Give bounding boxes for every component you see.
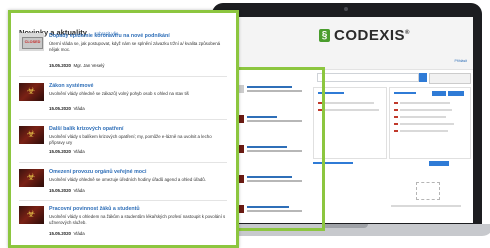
- camera-dot: [344, 7, 348, 11]
- news-thumbnail[interactable]: ☣: [19, 206, 44, 224]
- screen-row-line: [400, 130, 448, 132]
- divider: [19, 76, 227, 77]
- codexis-logo-word: CODEXIS: [334, 27, 406, 44]
- news-item: ☣ Další balík krizových opatření Uvolněn…: [19, 126, 229, 166]
- news-title-link[interactable]: Zákon systémové: [49, 83, 93, 89]
- screen-header: § CODEXIS® Přihlásit: [221, 17, 473, 70]
- screen-row-line: [400, 123, 454, 125]
- news-meta: 15.05.2020 Mgr. Jan Veselý: [49, 63, 104, 68]
- screen-column-right: [389, 87, 471, 159]
- news-title-link[interactable]: Další balík krizových opatření: [49, 126, 123, 132]
- news-source: Vláda: [73, 231, 85, 236]
- screen-advanced-search-button[interactable]: [429, 73, 471, 84]
- news-date: 15.05.2020: [49, 231, 71, 236]
- news-date: 15.05.2020: [49, 149, 71, 154]
- laptop-notch: [322, 224, 368, 228]
- news-date: 15.05.2020: [49, 188, 71, 193]
- news-meta: 15.05.2020 Vláda: [49, 231, 85, 236]
- screen-row-line: [400, 109, 452, 111]
- screen-button[interactable]: [429, 161, 449, 166]
- screen-search-button[interactable]: [419, 73, 427, 82]
- news-item: ☣ Pracovní povinnost žáků a studentů Uvo…: [19, 206, 229, 244]
- biohazard-icon: ☣: [26, 129, 36, 140]
- codexis-logo-mark: §: [319, 29, 330, 42]
- news-description: Uvolnění vlády s ohledem na žákům a stud…: [49, 214, 226, 226]
- divider: [19, 200, 227, 201]
- divider: [19, 162, 227, 163]
- screen-col-header: [394, 92, 416, 94]
- news-meta: 15.05.2020 Vláda: [49, 188, 85, 193]
- screen-row-icon: [394, 123, 398, 125]
- news-item: ☣ Omezení provozu orgánů veřejné moci Uv…: [19, 169, 229, 207]
- biohazard-icon: ☣: [26, 86, 36, 97]
- news-source: Vláda: [73, 149, 85, 154]
- screen-text-line: [391, 205, 461, 207]
- news-title-link[interactable]: Pracovní povinnost žáků a studentů: [49, 206, 140, 212]
- screen-row-icon: [394, 102, 398, 104]
- news-meta: 15.05.2020 Vláda: [49, 106, 85, 111]
- screen-row-line: [400, 116, 446, 118]
- news-thumbnail[interactable]: ☣: [19, 83, 44, 101]
- news-description: Uvolnění vlády ohledně se zákazů) volný …: [49, 91, 189, 96]
- news-date: 15.05.2020: [49, 106, 71, 111]
- news-source: Vláda: [73, 188, 85, 193]
- news-description: Uvolnění vlády s balíkem krizových opatř…: [49, 134, 212, 146]
- news-title-link[interactable]: Omezení provozu orgánů veřejné moci: [49, 169, 146, 175]
- news-description: Uvolnění vlády ohledně se omezuje úřední…: [49, 177, 206, 182]
- screen-row-line: [324, 102, 374, 104]
- screen-row-icon: [394, 109, 398, 111]
- registered-mark: ®: [405, 30, 410, 36]
- screen-row-line: [324, 109, 379, 111]
- screen-upload-dropzone[interactable]: [416, 182, 440, 200]
- codexis-logo-text: CODEXIS®: [334, 27, 410, 44]
- news-item: CLOSED Dopady epidemie koronaviru na nov…: [19, 33, 229, 81]
- divider: [19, 119, 227, 120]
- highlight-frame: [225, 67, 325, 231]
- news-description: Úterní vláda se, jak postupovat, když ná…: [49, 41, 221, 53]
- news-meta: 15.05.2020 Vláda: [49, 149, 85, 154]
- news-thumbnail[interactable]: CLOSED: [19, 33, 44, 51]
- screen-search-input[interactable]: [317, 73, 419, 82]
- news-source: Mgr. Jan Veselý: [73, 63, 105, 68]
- news-panel: Novinky a aktuality zobrazit vše CLOSED …: [8, 10, 239, 248]
- news-thumbnail[interactable]: ☣: [19, 169, 44, 187]
- screen-tab[interactable]: [448, 91, 464, 96]
- screen-login-link[interactable]: Přihlásit: [455, 59, 467, 63]
- biohazard-icon: ☣: [26, 209, 36, 220]
- news-item: ☣ Zákon systémové Uvolnění vlády ohledně…: [19, 83, 229, 123]
- closed-sign-text: CLOSED: [24, 40, 41, 44]
- news-title-link[interactable]: Dopady epidemie koronaviru na nové podni…: [49, 33, 170, 39]
- news-thumbnail[interactable]: ☣: [19, 126, 44, 144]
- screen-tab[interactable]: [432, 91, 446, 96]
- news-date: 15.05.2020: [49, 63, 71, 68]
- screen-row-icon: [394, 116, 398, 118]
- biohazard-icon: ☣: [26, 172, 36, 183]
- screen-row-line: [400, 102, 450, 104]
- screen-row-icon: [394, 130, 398, 132]
- closed-sign-image: CLOSED: [22, 37, 43, 49]
- news-source: Vláda: [73, 106, 85, 111]
